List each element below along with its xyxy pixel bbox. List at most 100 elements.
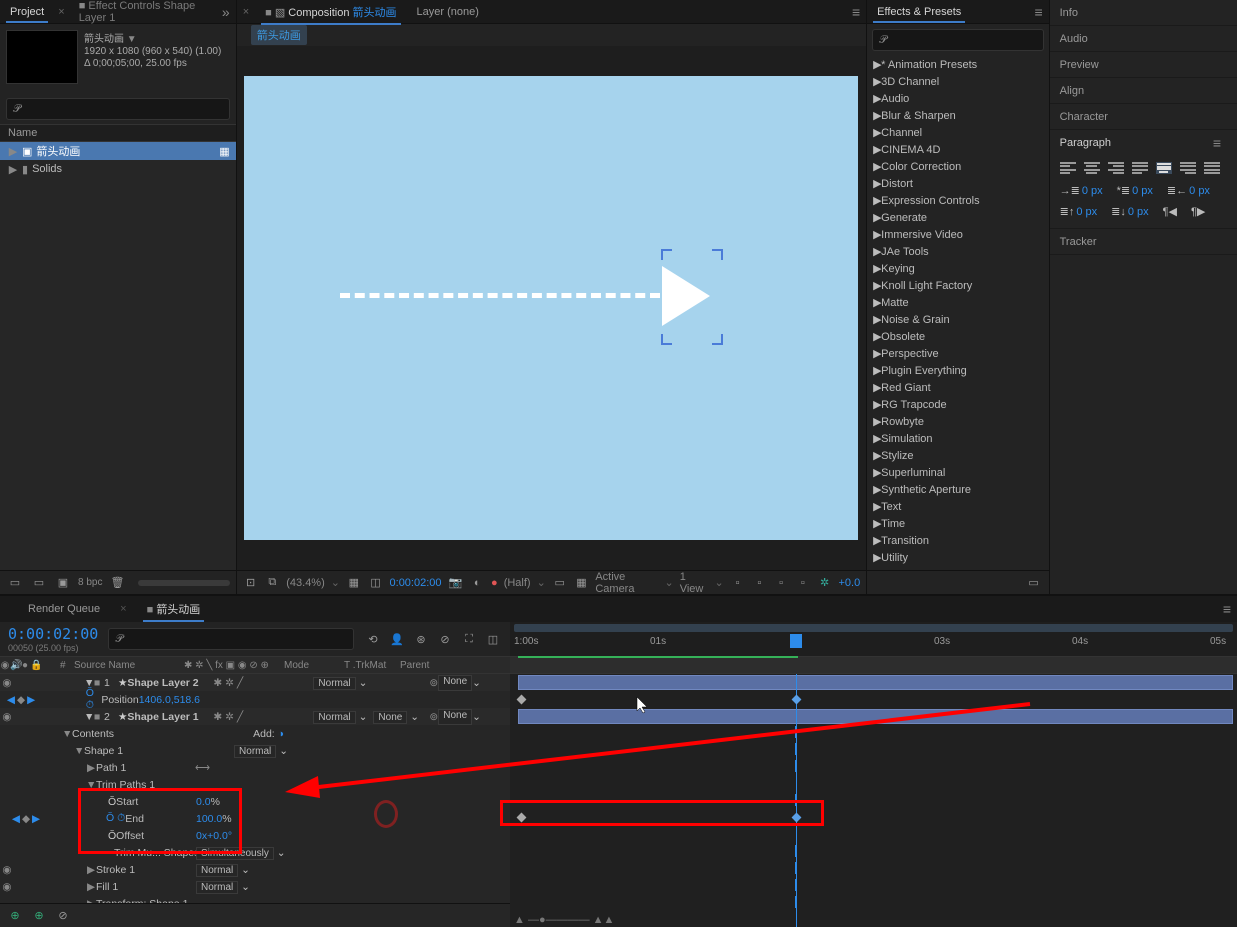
- effects-category[interactable]: ▶ Expression Controls: [867, 192, 1048, 209]
- space-after[interactable]: ≣↓ 0 px: [1111, 205, 1149, 218]
- transparency-icon[interactable]: ▦: [574, 574, 590, 592]
- col-trkmat[interactable]: T .TrkMat: [344, 660, 400, 671]
- path-shape-icon[interactable]: ⟷: [195, 762, 210, 774]
- tl-snap-icon[interactable]: ◫: [484, 630, 502, 648]
- effects-category[interactable]: ▶ Immersive Video: [867, 226, 1048, 243]
- work-area-bar[interactable]: [514, 624, 1233, 632]
- tab-render-queue[interactable]: Render Queue: [18, 599, 110, 619]
- add-shape-icon[interactable]: ◑: [278, 728, 284, 740]
- layer-bar[interactable]: [518, 675, 1233, 690]
- parent-select[interactable]: None: [438, 709, 472, 725]
- close-icon[interactable]: ×: [54, 6, 68, 18]
- panel-paragraph[interactable]: Paragraph≡: [1050, 130, 1237, 156]
- zoom-value[interactable]: (43.4%): [286, 577, 325, 589]
- prop-trim-multiple[interactable]: Trim Mu... Shapes Simultaneously ⌄: [0, 844, 510, 861]
- exposure-value[interactable]: +0.0: [839, 577, 861, 589]
- prop-trim-offset[interactable]: Ŏ Offset 0x+0.0°: [0, 827, 510, 844]
- close-icon[interactable]: ×: [237, 6, 255, 18]
- panel-preview[interactable]: Preview: [1050, 52, 1237, 78]
- trkmat-select[interactable]: None: [373, 711, 407, 724]
- panel-menu-icon[interactable]: ≡: [1223, 601, 1237, 617]
- keyframe[interactable]: [517, 695, 527, 705]
- effects-category[interactable]: ▶ Simulation: [867, 430, 1048, 447]
- current-time[interactable]: 0:00:02:00: [8, 625, 98, 643]
- indent-left[interactable]: →≣ 0 px: [1060, 184, 1103, 197]
- zoom-slider[interactable]: ▲ —●———— ▲▲: [514, 915, 624, 925]
- tab-timeline-comp[interactable]: ■ 箭头动画: [137, 597, 211, 621]
- effects-category[interactable]: ▶ Channel: [867, 124, 1048, 141]
- effects-category[interactable]: ▶ Generate: [867, 209, 1048, 226]
- view-opt4-icon[interactable]: ▫: [795, 574, 811, 592]
- panel-menu-icon[interactable]: ≡: [852, 4, 866, 20]
- justify-last-right-icon[interactable]: [1180, 162, 1196, 174]
- effects-category[interactable]: ▶ Color Correction: [867, 158, 1048, 175]
- effects-category[interactable]: ▶ Perspective: [867, 345, 1048, 362]
- project-search[interactable]: 𝒫: [6, 98, 230, 120]
- view-opt3-icon[interactable]: ▫: [773, 574, 789, 592]
- bpc-button[interactable]: 8 bpc: [78, 577, 102, 588]
- align-center-icon[interactable]: [1084, 162, 1100, 174]
- prop-contents[interactable]: ▼ Contents Add: ◑: [0, 725, 510, 742]
- indent-first[interactable]: *≣ 0 px: [1117, 184, 1153, 197]
- effects-category[interactable]: ▶ Obsolete: [867, 328, 1048, 345]
- tab-composition[interactable]: ■ ▧ Composition 箭头动画: [255, 0, 406, 24]
- grid-icon[interactable]: ▦: [346, 574, 362, 592]
- col-video-icon[interactable]: ◉: [0, 660, 10, 671]
- justify-last-center-icon[interactable]: [1156, 162, 1172, 174]
- trim-end-value[interactable]: 100.0%: [196, 813, 232, 825]
- effects-category[interactable]: ▶ Rowbyte: [867, 413, 1048, 430]
- effects-category[interactable]: ▶ Knoll Light Factory: [867, 277, 1048, 294]
- layer-bar[interactable]: [518, 709, 1233, 724]
- project-search-input[interactable]: [21, 102, 223, 116]
- comp-canvas[interactable]: [244, 76, 858, 540]
- resolution-value[interactable]: (Half): [504, 577, 531, 589]
- project-list-header-name[interactable]: Name: [0, 124, 236, 142]
- effects-category[interactable]: ▶ Keying: [867, 260, 1048, 277]
- tab-effect-controls[interactable]: ■ Effect Controls Shape Layer 1: [69, 0, 222, 28]
- tl-mb-icon[interactable]: ⊘: [436, 630, 454, 648]
- panel-character[interactable]: Character: [1050, 104, 1237, 130]
- effects-category[interactable]: ▶ Distort: [867, 175, 1048, 192]
- space-before[interactable]: ≣↑ 0 px: [1060, 205, 1098, 218]
- new-folder-icon[interactable]: ▭: [30, 574, 48, 592]
- channel-icon[interactable]: ◐: [469, 574, 485, 592]
- video-toggle-icon[interactable]: ◉: [0, 677, 14, 689]
- effects-search-input[interactable]: [887, 33, 1037, 47]
- trim-offset-value[interactable]: 0x+0.0°: [196, 830, 232, 842]
- effects-category[interactable]: ▶ Plugin Everything: [867, 362, 1048, 379]
- tab-layer-none[interactable]: Layer (none): [407, 2, 489, 22]
- panel-menu-icon[interactable]: ≡: [1034, 4, 1048, 20]
- tab-effects-presets[interactable]: Effects & Presets: [867, 2, 971, 22]
- effects-category-list[interactable]: ▶ * Animation Presets▶ 3D Channel▶ Audio…: [867, 56, 1048, 570]
- panel-tracker[interactable]: Tracker: [1050, 229, 1237, 255]
- next-kf-icon[interactable]: ▶: [27, 694, 35, 706]
- prop-trim-start[interactable]: Ŏ Start 0.0%: [0, 793, 510, 810]
- col-parent[interactable]: Parent: [400, 660, 460, 671]
- justify-last-left-icon[interactable]: [1132, 162, 1148, 174]
- panel-align[interactable]: Align: [1050, 78, 1237, 104]
- frame-icon[interactable]: ⧉: [264, 574, 280, 592]
- toggle-modes-icon[interactable]: ⊕: [30, 907, 48, 925]
- effects-category[interactable]: ▶ Blur & Sharpen: [867, 107, 1048, 124]
- toggle-switches-icon[interactable]: ⊕: [6, 907, 24, 925]
- col-source-name[interactable]: Source Name: [74, 660, 184, 671]
- align-right-icon[interactable]: [1108, 162, 1124, 174]
- new-comp-icon[interactable]: ▣: [54, 574, 72, 592]
- timeline-search-input[interactable]: [123, 632, 347, 646]
- snapshot-icon[interactable]: 📷: [448, 574, 464, 592]
- view-opt2-icon[interactable]: ▫: [751, 574, 767, 592]
- roi-icon[interactable]: ▭: [552, 574, 568, 592]
- comp-viewer[interactable]: [237, 46, 866, 570]
- effects-category[interactable]: ▶ RG Trapcode: [867, 396, 1048, 413]
- prop-path1[interactable]: ▶ Path 1 ⟷: [0, 759, 510, 776]
- indent-right[interactable]: ≣← 0 px: [1167, 184, 1210, 197]
- layer-row[interactable]: ◉ ▼ ■ 1 ★ Shape Layer 2 ✱ ✲ ╱ Normal ⌄ ⊚…: [0, 674, 510, 691]
- exposure-icon[interactable]: ✲: [817, 574, 833, 592]
- prop-stroke1[interactable]: ◉▶ Stroke 1 Normal ⌄: [0, 861, 510, 878]
- effects-category[interactable]: ▶ JAe Tools: [867, 243, 1048, 260]
- project-item-solids[interactable]: ▶ ▮ Solids: [0, 160, 236, 178]
- comp-breadcrumb[interactable]: 箭头动画: [251, 25, 307, 45]
- frame-blend-icon[interactable]: ⊘: [54, 907, 72, 925]
- mask-icon[interactable]: ◫: [368, 574, 384, 592]
- col-audio-icon[interactable]: 🔊: [10, 660, 20, 671]
